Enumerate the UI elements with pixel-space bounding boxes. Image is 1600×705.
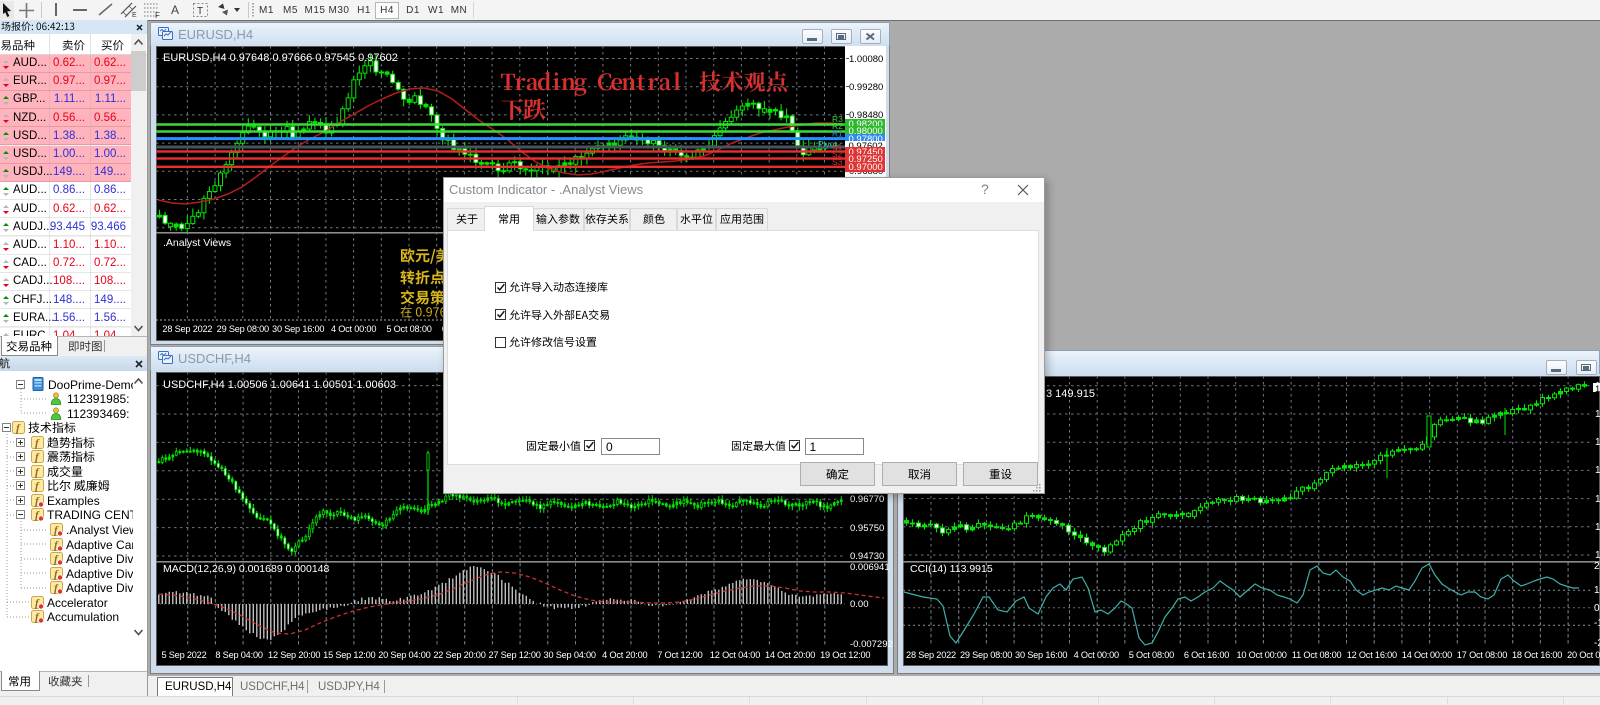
svg-text:F: F [155, 11, 160, 18]
svg-text:R1: R1 [832, 128, 843, 138]
svg-text:E: E [132, 12, 137, 18]
svg-text:S3: S3 [832, 157, 843, 167]
svg-text:T: T [197, 6, 203, 17]
